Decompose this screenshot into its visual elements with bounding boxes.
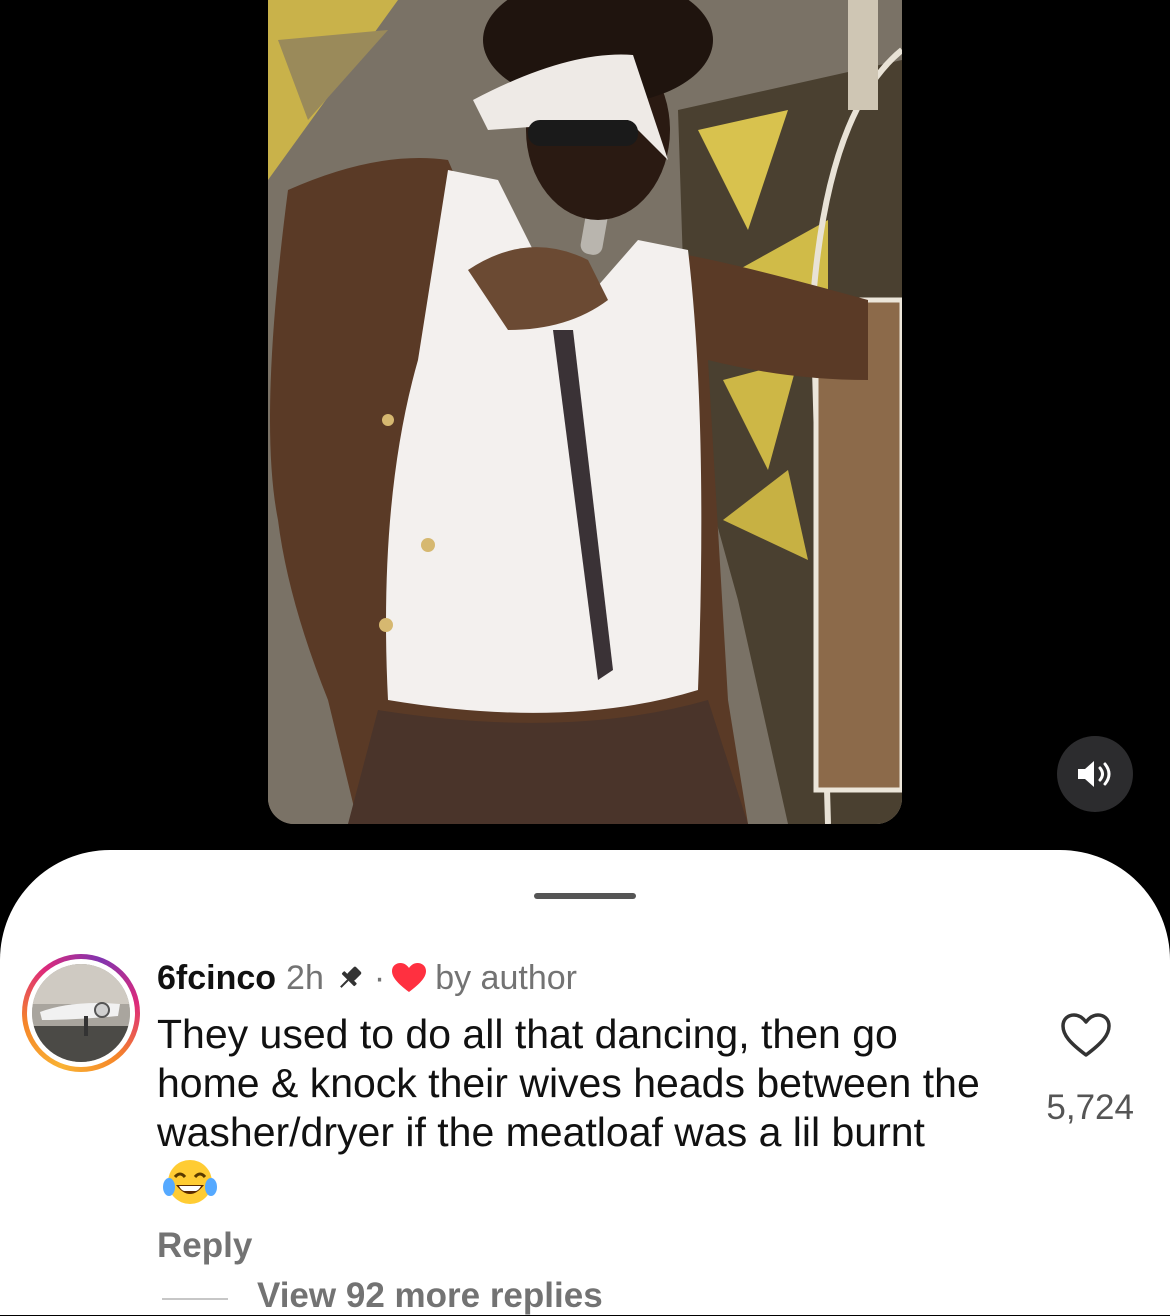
- face-with-tears-of-joy-emoji: [163, 1157, 217, 1218]
- author-like-label: by author: [435, 958, 577, 997]
- speaker-sound-icon: [1078, 761, 1111, 787]
- comment-meta: 6fcinco 2h · by author: [157, 956, 577, 1000]
- video-player[interactable]: [268, 0, 902, 824]
- comment-body: They used to do all that dancing, then g…: [157, 1011, 980, 1155]
- sheet-grabber[interactable]: [534, 893, 636, 899]
- replies-divider: [162, 1298, 228, 1300]
- reply-button[interactable]: Reply: [157, 1226, 252, 1266]
- comment-username[interactable]: 6fcinco: [157, 959, 276, 998]
- avatar[interactable]: [32, 964, 130, 1062]
- comment-text: They used to do all that dancing, then g…: [157, 1010, 987, 1218]
- video-frame: [268, 0, 902, 824]
- heart-outline-icon[interactable]: [1060, 1012, 1112, 1058]
- view-more-replies-button[interactable]: View 92 more replies: [257, 1276, 603, 1316]
- pin-icon: [339, 966, 362, 988]
- avatar-story-ring[interactable]: [22, 954, 140, 1072]
- like-count: 5,724: [1046, 1088, 1134, 1127]
- comment-time: 2h: [286, 958, 324, 997]
- red-heart-icon: [392, 963, 427, 992]
- sound-toggle-button[interactable]: [1057, 736, 1133, 812]
- meta-separator: ·: [373, 958, 386, 997]
